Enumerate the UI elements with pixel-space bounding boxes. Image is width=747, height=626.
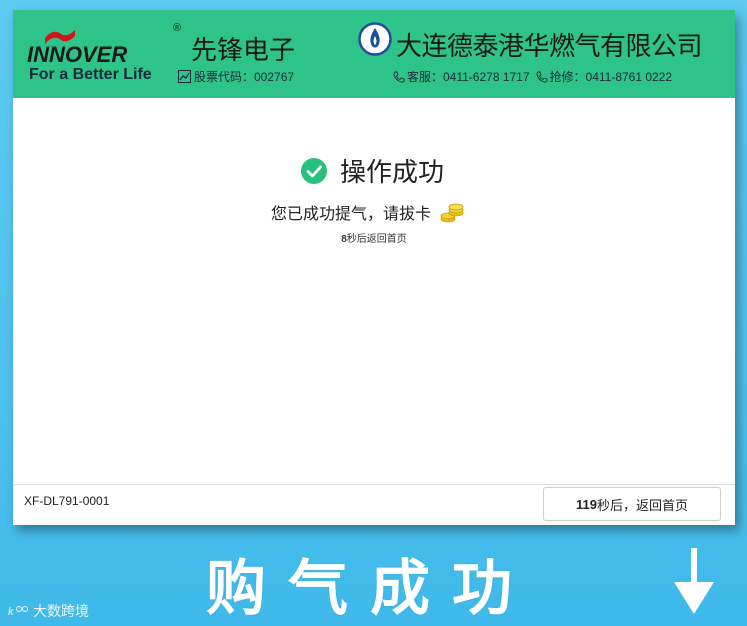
innover-logo: INNOVER (27, 24, 187, 67)
watermark: k 大数跨境 (8, 601, 89, 621)
chart-icon (178, 70, 191, 83)
company-name: 大连德泰港华燃气有限公司 (396, 32, 703, 62)
service-phone: 客服：0411-6278 1717 (393, 68, 530, 85)
banner-caption: 购气成功 (206, 554, 534, 624)
brand-name-cn: 先锋电子 (191, 36, 296, 66)
phone-icon (536, 71, 547, 83)
return-home-label: 秒后，返回首页 (596, 497, 688, 513)
gas-flame-logo-icon (358, 22, 392, 56)
arrow-down-icon (674, 548, 714, 614)
emergency-phone-text: 抢修：0411-8761 0222 (549, 70, 673, 84)
header-bar: INNOVER ® 先锋电子 For a Better Life 股票代码：00… (13, 10, 735, 98)
coins-icon (440, 203, 464, 223)
stock-code-text: 股票代码：002767 (194, 70, 295, 84)
stock-code: 股票代码：002767 (178, 68, 294, 85)
phone-icon (393, 71, 405, 83)
return-seconds: 119 (576, 496, 597, 512)
status-heading: 操作成功 (300, 152, 444, 189)
success-message-text: 您已成功提气，请拔卡 (271, 204, 432, 223)
return-home-button[interactable]: 119 秒后，返回首页 (543, 487, 721, 521)
contact-info: 客服：0411-6278 1717 抢修：0411-8761 0222 (393, 68, 672, 85)
caption-banner: 购气成功 (0, 540, 747, 626)
logo-wordmark: INNOVER (27, 42, 128, 67)
watermark-text: 大数跨境 (33, 603, 89, 619)
footer-divider (13, 484, 735, 485)
check-circle-icon (301, 157, 327, 184)
tagline: For a Better Life (29, 66, 152, 83)
registered-mark: ® (173, 22, 182, 34)
emergency-phone: 抢修：0411-8761 0222 (536, 68, 673, 85)
service-phone-text: 客服：0411-6278 1717 (407, 70, 530, 84)
device-id: XF-DL791-0001 (24, 494, 110, 508)
kiosk-screen: INNOVER ® 先锋电子 For a Better Life 股票代码：00… (13, 10, 735, 525)
watermark-logo-icon: k (8, 606, 28, 618)
status-title: 操作成功 (340, 158, 445, 188)
auto-return-text: 秒后返回首页 (346, 234, 407, 245)
success-message: 您已成功提气，请拔卡 (271, 200, 465, 224)
svg-text:k: k (8, 606, 14, 618)
auto-return-countdown: 8秒后返回首页 (13, 230, 735, 245)
